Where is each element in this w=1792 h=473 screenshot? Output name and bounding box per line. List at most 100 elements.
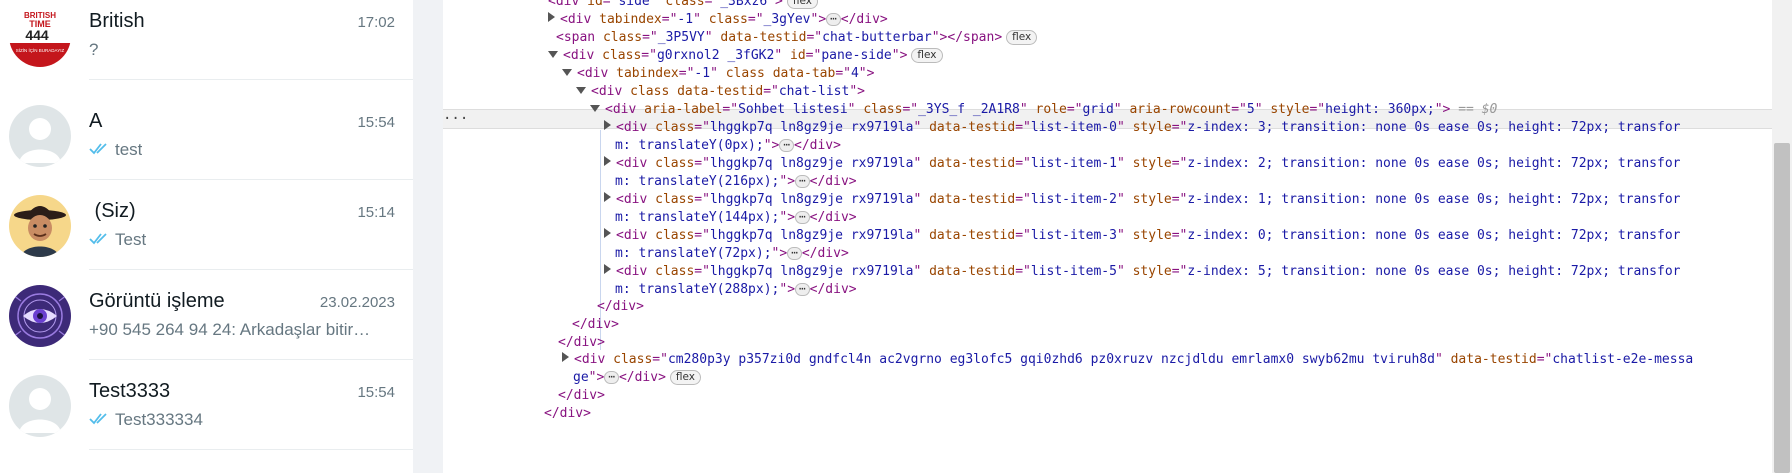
collapsed-triangle-icon[interactable] [604, 192, 611, 202]
expanded-triangle-icon[interactable] [590, 105, 600, 112]
attr-value: z-index: 3; transition: none 0s ease 0s;… [1187, 120, 1681, 135]
flex-badge[interactable]: flex [786, 0, 818, 9]
expanded-triangle-icon[interactable] [548, 51, 558, 58]
dom-node-line[interactable]: </div> [597, 297, 644, 317]
dom-node-line[interactable]: <div tabindex="-1" class data-tab="4"> [562, 64, 874, 84]
tag-text: " [1116, 156, 1133, 171]
attr-value: ge [573, 370, 589, 385]
attr-value: 4 [850, 66, 859, 81]
devtools-elements-panel: ··· <div id="side" class="_3Bxz6"> flex <d… [443, 0, 1792, 473]
scrollbar-thumb[interactable] [1774, 143, 1790, 473]
default-avatar [9, 105, 71, 167]
attr-value: list-item-3 [1030, 228, 1117, 243]
dom-node-line[interactable]: m: translateY(72px);"> ⋯ </div> [615, 244, 849, 264]
attr-name: class [655, 120, 695, 135]
dom-node-line[interactable]: <div class="cm280p3y p357zi0d gndfcl4n a… [562, 350, 1693, 370]
attr-value: g0rxnol2 _3fGK2 [656, 48, 775, 63]
attr-value: height: 360px; [1325, 102, 1435, 117]
attr-value: m: translateY(144px); [615, 210, 780, 225]
tag-text: =" [1015, 192, 1031, 207]
closing-tag: </div> [801, 246, 849, 261]
dom-node-line[interactable]: ge"> ⋯ </div> flex [573, 368, 702, 388]
attr-value: chat-list [778, 84, 850, 99]
expanded-triangle-icon[interactable] [562, 69, 572, 76]
attr-name: class data-testid [630, 84, 764, 99]
attr-name: class [863, 102, 903, 117]
attr-name: tabindex [616, 66, 679, 81]
collapsed-content-ellipsis[interactable]: ⋯ [604, 371, 619, 384]
attr-name: id [790, 48, 806, 63]
flex-badge[interactable]: flex [669, 370, 702, 385]
attr-name: class data-tab [725, 66, 836, 81]
dom-node-line[interactable]: </div> [558, 386, 605, 406]
dom-node-line[interactable]: <div class="lhggkp7q ln8gz9je rx9719la" … [604, 262, 1680, 282]
chat-name: Test3333 [89, 380, 171, 402]
chat-item-self[interactable]: (Siz) 15:14 Test [0, 180, 413, 270]
tag-text: <div [577, 66, 617, 81]
chat-item-british[interactable]: BRITISH TIME 444 SİZİN İÇİN BURADAYIZ Br… [0, 0, 413, 80]
dom-node-line[interactable]: <div class="lhggkp7q ln8gz9je rx9719la" … [604, 190, 1680, 210]
chat-time: 17:02 [357, 14, 395, 31]
attr-name: data-testid [929, 192, 1016, 207]
collapsed-triangle-icon[interactable] [604, 264, 611, 274]
tag-text: " [847, 102, 864, 117]
dom-node-line[interactable]: <div class="lhggkp7q ln8gz9je rx9719la" … [604, 118, 1680, 138]
collapsed-triangle-icon[interactable] [604, 156, 611, 166]
dom-node-line[interactable]: <div class="g0rxnol2 _3fGK2" id="pane-si… [548, 46, 943, 66]
tag-text: =" [1171, 120, 1188, 135]
default-avatar [9, 375, 71, 437]
collapsed-content-ellipsis[interactable]: ⋯ [787, 247, 802, 260]
tag-text: </div> [544, 406, 591, 421]
collapsed-content-ellipsis[interactable]: ⋯ [795, 283, 810, 296]
dom-node-line[interactable]: <div class="lhggkp7q ln8gz9je rx9719la" … [604, 154, 1680, 174]
dom-node-line[interactable]: </div> [544, 404, 591, 424]
attr-name: role [1035, 102, 1067, 117]
tag-text: " [1116, 228, 1133, 243]
tag-text: =" [652, 352, 668, 367]
tag-text: "> [763, 138, 780, 153]
dom-node-line[interactable]: m: translateY(288px);"> ⋯ </div> [615, 280, 857, 300]
tag-text: " [913, 156, 930, 171]
svg-text:444: 444 [25, 27, 49, 43]
attr-value: lhggkp7q ln8gz9je rx9719la [709, 264, 914, 279]
attr-value: z-index: 2; transition: none 0s ease 0s;… [1187, 156, 1681, 171]
expanded-triangle-icon[interactable] [576, 87, 586, 94]
attr-name: data-testid [929, 228, 1016, 243]
dom-node-line[interactable]: m: translateY(216px);"> ⋯ </div> [615, 172, 857, 192]
chat-item-a[interactable]: A 15:54 test [0, 90, 413, 180]
dom-node-line[interactable]: <div class data-testid="chat-list"> [576, 82, 865, 102]
collapsed-triangle-icon[interactable] [604, 228, 611, 238]
tag-text: "> [588, 370, 605, 385]
flex-badge[interactable]: flex [1006, 30, 1038, 45]
collapsed-content-ellipsis[interactable]: ⋯ [795, 175, 810, 188]
tag-text: " [913, 264, 930, 279]
tag-text: =" [763, 84, 779, 99]
tag-text: "> [771, 246, 788, 261]
collapsed-triangle-icon[interactable] [562, 352, 569, 362]
collapsed-content-ellipsis[interactable]: ⋯ [779, 139, 794, 152]
chat-item-test3333[interactable]: Test3333 15:54 Test333334 [0, 360, 413, 450]
collapsed-triangle-icon[interactable] [548, 12, 555, 22]
dom-node-line[interactable]: <div class="lhggkp7q ln8gz9je rx9719la" … [604, 226, 1680, 246]
dom-node-line[interactable]: m: translateY(0px);"> ⋯ </div> [615, 136, 841, 156]
dom-node-line[interactable]: <span class="_3P5VY" data-testid="chat-b… [556, 28, 1038, 48]
collapsed-content-ellipsis[interactable]: ⋯ [826, 13, 841, 26]
tag-text: =" [1171, 192, 1188, 207]
collapsed-content-ellipsis[interactable]: ⋯ [795, 211, 810, 224]
tag-text: " [704, 30, 721, 45]
attr-name: class [602, 30, 643, 45]
dom-node-line[interactable]: <div aria-label="Sohbet listesi" class="… [590, 100, 1497, 120]
attr-name: class [655, 192, 695, 207]
dom-node-line[interactable]: </div> [572, 315, 619, 335]
tag-text: "> [810, 12, 827, 27]
flex-badge[interactable]: flex [911, 48, 943, 63]
node-actions-ellipsis[interactable]: ··· [443, 109, 468, 129]
closing-tag: </div> [809, 174, 857, 189]
dom-node-line[interactable]: m: translateY(144px);"> ⋯ </div> [615, 208, 857, 228]
dom-node-line[interactable]: <div tabindex="-1" class="_3gYev"> ⋯ </div… [548, 10, 888, 30]
chat-item-goruntu-isleme[interactable]: Görüntü işleme 23.02.2023 +90 545 264 94… [0, 270, 413, 360]
tag-text: =" [1015, 264, 1031, 279]
attr-name: aria-rowcount [1129, 102, 1232, 117]
attr-value: chat-butterbar [822, 30, 932, 45]
collapsed-triangle-icon[interactable] [604, 120, 611, 130]
